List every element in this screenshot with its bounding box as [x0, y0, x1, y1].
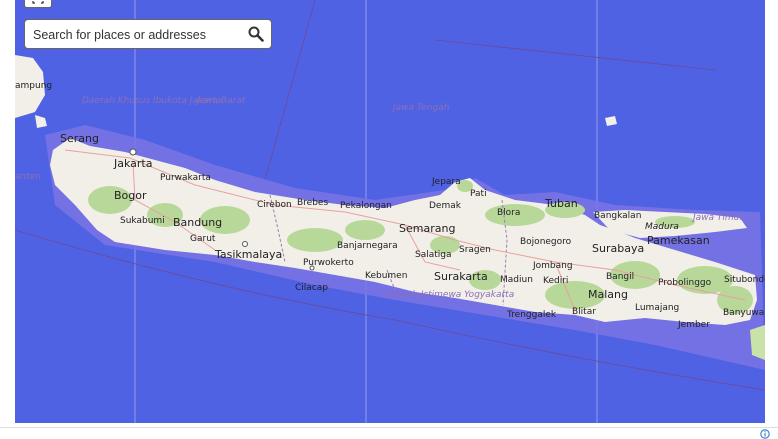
- city-label: Demak: [429, 201, 462, 211]
- city-label: Cilacap: [295, 283, 328, 293]
- city-label: Purwakarta: [160, 173, 211, 183]
- city-label: Pekalongan: [340, 201, 392, 211]
- city-label: Salatiga: [415, 250, 452, 260]
- city-label: Sukabumi: [120, 216, 165, 226]
- islet: [35, 115, 47, 128]
- city-label: Bangil: [606, 272, 634, 282]
- search-box: [24, 19, 272, 49]
- city-label: Bojonegoro: [520, 237, 572, 247]
- province-label: Jawa Timur: [691, 213, 744, 223]
- city-label: Bogor: [114, 189, 147, 202]
- search-input[interactable]: [31, 25, 240, 45]
- city-label: Sragen: [459, 245, 491, 255]
- province-label: Jawa Tengah: [391, 103, 450, 113]
- city-label: ampung: [15, 81, 52, 91]
- city-label: Jepara: [431, 177, 461, 187]
- map-canvas[interactable]: Daerah Khusus Ibukota Jakarta Jawa Barat…: [15, 0, 765, 423]
- city-label: Lumajang: [635, 303, 679, 313]
- attribution-bar: [0, 427, 778, 438]
- city-label: Brebes: [297, 198, 328, 208]
- city-label: Probolinggo: [658, 278, 712, 288]
- search-icon[interactable]: [248, 26, 264, 42]
- city-label: Tuban: [544, 197, 578, 210]
- city-label: anten: [15, 172, 41, 182]
- city-label: Pati: [470, 189, 487, 199]
- city-label: Kebumen: [365, 271, 407, 281]
- bali-edge: [750, 325, 765, 360]
- city-label: Kediri: [543, 276, 568, 286]
- city-label: Jember: [677, 320, 710, 330]
- city-label: Blitar: [572, 307, 596, 317]
- city-label: Banyuwa: [723, 308, 764, 318]
- city-label: Jombang: [532, 261, 573, 271]
- city-label: Pamekasan: [647, 234, 710, 247]
- city-label: Bandung: [173, 216, 222, 229]
- city-label: Surakarta: [434, 270, 488, 283]
- city-label: Madura: [645, 222, 679, 232]
- city-label: Malang: [588, 288, 628, 301]
- city-label: Blora: [497, 208, 520, 218]
- city-label: Surabaya: [592, 242, 644, 255]
- city-label: Serang: [60, 132, 99, 145]
- map-graphic: Daerah Khusus Ibukota Jakarta Jawa Barat…: [15, 0, 765, 423]
- city-label: Tasikmalaya: [214, 248, 282, 261]
- province-label: Daerah Istimewa Yogyakarta: [385, 290, 514, 300]
- city-label: Semarang: [399, 222, 455, 235]
- city-label: Trenggalek: [506, 310, 557, 320]
- city-label: Garut: [190, 234, 216, 244]
- city-label: Purwokerto: [303, 258, 354, 268]
- city-label: Situbondo: [724, 275, 765, 285]
- info-icon[interactable]: [759, 429, 771, 439]
- fullscreen-button[interactable]: [24, 0, 52, 8]
- city-label: Madiun: [500, 275, 533, 285]
- islet: [605, 116, 617, 126]
- city-label: Bangkalan: [594, 211, 641, 221]
- expand-icon: [32, 1, 44, 4]
- city-label: Cirebon: [257, 200, 292, 210]
- city-label: Banjarnegara: [337, 241, 398, 251]
- province-label: Jawa Barat: [195, 96, 246, 106]
- city-label: Jakarta: [113, 157, 152, 170]
